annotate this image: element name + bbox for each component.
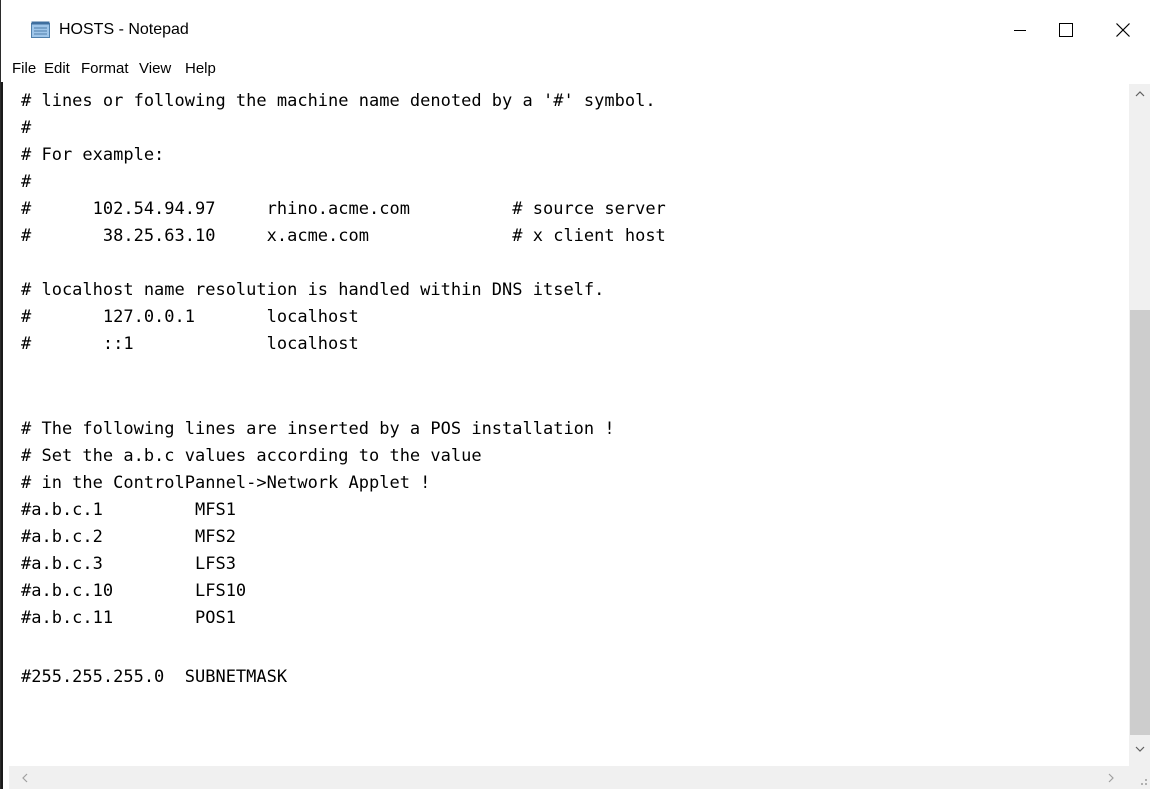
- close-button[interactable]: [1100, 0, 1146, 60]
- vertical-scroll-thumb[interactable]: [1130, 310, 1150, 735]
- text-line: # localhost name resolution is handled w…: [21, 280, 605, 300]
- text-line: # ::1 localhost: [21, 334, 359, 354]
- text-line: # in the ControlPannel->Network Applet !: [21, 473, 431, 493]
- minimize-button[interactable]: [997, 0, 1043, 60]
- notepad-window: HOSTS - Notepad File Edit Format View He…: [0, 0, 1150, 789]
- close-icon: [1116, 23, 1130, 37]
- scroll-right-icon: [1108, 773, 1114, 782]
- window-left-border: [1, 0, 5, 789]
- menu-help[interactable]: Help: [184, 60, 217, 77]
- menu-edit[interactable]: Edit: [43, 60, 71, 77]
- text-line: #: [21, 172, 32, 192]
- text-line: #a.b.c.3 LFS3: [21, 554, 236, 574]
- text-line: #a.b.c.1 MFS1: [21, 500, 236, 520]
- vertical-scrollbar[interactable]: [1129, 84, 1150, 772]
- maximize-icon: [1059, 23, 1073, 37]
- text-line: #a.b.c.10 LFS10: [21, 581, 247, 601]
- scroll-right-button[interactable]: [1101, 766, 1121, 789]
- text-line: # For example:: [21, 145, 165, 165]
- minimize-icon: [1014, 30, 1026, 31]
- text-line: # lines or following the machine name de…: [21, 91, 656, 111]
- menu-view[interactable]: View: [138, 60, 172, 77]
- text-line: # 102.54.94.97 rhino.acme.com # source s…: [21, 199, 666, 219]
- notepad-icon: [31, 21, 50, 38]
- window-title: HOSTS - Notepad: [59, 21, 189, 38]
- menu-bar: File Edit Format View Help: [1, 58, 1150, 82]
- scroll-down-button[interactable]: [1129, 739, 1150, 759]
- scroll-up-icon: [1135, 91, 1145, 97]
- text-line: # 127.0.0.1 localhost: [21, 307, 359, 327]
- scroll-down-icon: [1135, 746, 1145, 752]
- scroll-left-icon: [22, 773, 28, 782]
- text-line: # Set the a.b.c values according to the …: [21, 446, 482, 466]
- text-line: #: [21, 118, 32, 138]
- maximize-button[interactable]: [1043, 0, 1089, 60]
- text-line: # 38.25.63.10 x.acme.com # x client host: [21, 226, 666, 246]
- menu-file[interactable]: File: [11, 60, 37, 77]
- text-line: #255.255.255.0 SUBNETMASK: [21, 667, 288, 687]
- text-editor[interactable]: # lines or following the machine name de…: [9, 84, 1126, 764]
- scroll-left-button[interactable]: [15, 766, 35, 789]
- resize-grip-icon: [1141, 779, 1147, 785]
- text-line: #a.b.c.11 POS1: [21, 608, 236, 628]
- title-bar[interactable]: HOSTS - Notepad: [1, 0, 1150, 60]
- text-line: #a.b.c.2 MFS2: [21, 527, 236, 547]
- menu-format[interactable]: Format: [80, 60, 130, 77]
- scroll-up-button[interactable]: [1129, 84, 1150, 104]
- resize-grip[interactable]: [1129, 766, 1150, 789]
- text-line: # The following lines are inserted by a …: [21, 419, 615, 439]
- horizontal-scrollbar[interactable]: [9, 766, 1129, 789]
